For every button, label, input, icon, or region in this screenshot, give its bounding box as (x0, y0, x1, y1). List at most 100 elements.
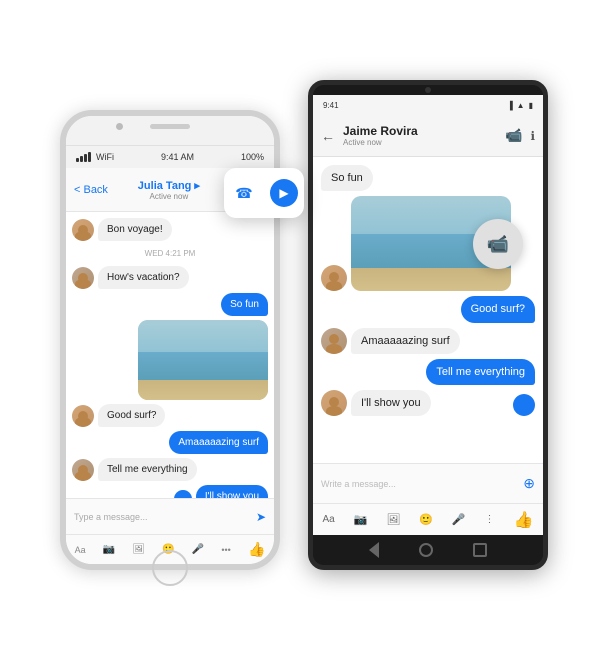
android-signal-icon: ▐ (507, 101, 513, 110)
iphone-status-bar: WiFi 9:41 AM 100% (66, 146, 274, 168)
android-self-avatar (513, 394, 535, 416)
android-toolbar: Aa 📷 🖼 🙂 🎤 ⋮ 👍 (313, 503, 543, 535)
iphone-msg-3: So fun (72, 293, 268, 316)
android-back-arrow[interactable]: ← (321, 128, 335, 144)
iphone-beach-image (138, 320, 268, 400)
android-contact-name[interactable]: Jaime Rovira (343, 124, 418, 138)
iphone-send-icon[interactable]: ➤ (256, 510, 266, 524)
iphone-header-center: Julia Tang ▸ Active now (138, 179, 200, 201)
android-bubble-4: Tell me everything (426, 359, 535, 385)
iphone-avatar-self (174, 490, 192, 498)
android-bubble-1: So fun (321, 165, 373, 191)
iphone-bubble-5: Amaaaaazing surf (169, 431, 268, 454)
toolbar-photo[interactable]: 🖼 (132, 544, 145, 555)
iphone-bubble-7: I'll show you (196, 485, 268, 498)
android-back-btn[interactable] (369, 542, 379, 558)
android-chat-header: ← Jaime Rovira Active now 📹 ℹ (313, 115, 543, 157)
iphone-msg-5: Amaaaaazing surf (72, 431, 268, 454)
android-video-icon[interactable]: 📹 (505, 127, 522, 144)
android-msg-4: Tell me everything (321, 359, 535, 385)
android-header-actions: 📹 ℹ (505, 127, 535, 144)
wifi-label: WiFi (96, 152, 114, 162)
android-device: 9:41 ▐ ▲ ▮ ← Jaime Rovira Active now 📹 ℹ (308, 80, 548, 570)
beach-sea (138, 352, 268, 380)
iphone-msg-2: How's vacation? (72, 266, 268, 289)
toolbar-aa[interactable]: Aa (75, 545, 86, 555)
android-toolbar-aa[interactable]: Aa (322, 514, 334, 525)
iphone-avatar-1 (72, 219, 94, 241)
iphone-bubble-3: So fun (221, 293, 268, 316)
iphone-bubble-2: How's vacation? (98, 266, 189, 289)
android-input-placeholder: Write a message... (321, 479, 517, 489)
android-toolbar-photo[interactable]: 🖼 (386, 513, 400, 526)
beach-sand (138, 380, 268, 400)
signal-bar-1 (76, 158, 79, 162)
android-time: 9:41 (323, 101, 339, 110)
android-beach-sand (351, 268, 511, 292)
iphone-speaker (150, 124, 190, 129)
android-info-icon[interactable]: ℹ (530, 129, 535, 143)
toolbar-mic[interactable]: 🎤 (192, 544, 204, 555)
android-avatar-2 (321, 328, 347, 354)
android-home-btn[interactable] (419, 543, 433, 557)
android-battery-icon: ▮ (529, 101, 533, 110)
android-avatar-3 (321, 390, 347, 416)
iphone-msg-4: Good surf? (72, 404, 268, 427)
iphone-input-placeholder: Type a message... (74, 512, 250, 522)
android-send-icon[interactable]: ⊕ (523, 475, 535, 492)
scene: WiFi 9:41 AM 100% < Back Julia Tang ▸ Ac… (40, 60, 568, 590)
iphone-date-divider: WED 4:21 PM (72, 249, 268, 258)
android-like-btn[interactable]: 👍 (514, 510, 534, 530)
android-toolbar-emoji[interactable]: 🙂 (419, 513, 433, 526)
android-bubble-5: I'll show you (351, 390, 431, 416)
android-recents-btn[interactable] (473, 543, 487, 557)
android-popup-video-icon: 📹 (487, 234, 509, 255)
android-front-camera (425, 87, 431, 93)
android-toolbar-more[interactable]: ⋮ (485, 514, 495, 525)
android-msg-1: So fun (321, 165, 535, 191)
iphone-notch (66, 116, 274, 146)
toolbar-more[interactable]: ••• (221, 545, 230, 555)
iphone-avatar-2 (72, 267, 94, 289)
android-bubble-3: Amaaaaazing surf (351, 328, 460, 354)
android-msg-3: Amaaaaazing surf (321, 328, 535, 354)
iphone-home-button[interactable] (152, 550, 188, 586)
iphone-popup-phone-icon[interactable]: ☎ (230, 179, 258, 207)
toolbar-camera[interactable]: 📷 (103, 544, 115, 555)
iphone-active-status: Active now (150, 192, 189, 201)
signal-bars (76, 152, 91, 162)
iphone-time: 9:41 AM (161, 152, 194, 162)
android-msg-5: I'll show you (321, 390, 535, 416)
iphone-device: WiFi 9:41 AM 100% < Back Julia Tang ▸ Ac… (60, 110, 280, 570)
android-video-popup: 📹 (473, 219, 523, 269)
iphone-popup-video-btn[interactable]: ▶ (270, 179, 298, 207)
android-status-bar: 9:41 ▐ ▲ ▮ (313, 95, 543, 115)
signal-bar-3 (84, 154, 87, 162)
iphone-chat-body: Bon voyage! WED 4:21 PM How's vacation? … (66, 212, 274, 498)
android-active-status: Active now (343, 138, 418, 147)
back-label: < Back (74, 184, 108, 196)
signal-bar-4 (88, 152, 91, 162)
phone-call-icon: ☎ (235, 185, 252, 202)
iphone-contact-name[interactable]: Julia Tang ▸ (138, 179, 200, 192)
android-screen: 9:41 ▐ ▲ ▮ ← Jaime Rovira Active now 📹 ℹ (313, 95, 543, 535)
android-toolbar-camera[interactable]: 📷 (354, 513, 368, 526)
toolbar-like[interactable]: 👍 (248, 541, 265, 558)
iphone-back-button[interactable]: < Back (74, 184, 108, 196)
iphone-bubble-1: Bon voyage! (98, 218, 172, 241)
iphone-avatar-3 (72, 405, 94, 427)
iphone-status-left: WiFi (76, 152, 114, 162)
iphone-msg-7: I'll show you (72, 485, 268, 498)
android-input-bar[interactable]: Write a message... ⊕ (313, 463, 543, 503)
android-msg-2: Good surf? (321, 296, 535, 322)
android-status-icons: ▐ ▲ ▮ (507, 101, 533, 110)
signal-bar-2 (80, 156, 83, 162)
android-chat-body: So fun Good surf? (313, 157, 543, 463)
iphone-video-popup: ☎ ▶ (224, 168, 304, 218)
iphone-input-bar[interactable]: Type a message... ➤ (66, 498, 274, 534)
android-nav-bar (313, 535, 543, 565)
iphone-battery: 100% (241, 152, 264, 162)
iphone-front-camera (116, 123, 123, 130)
iphone-avatar-4 (72, 459, 94, 481)
android-toolbar-mic[interactable]: 🎤 (452, 513, 466, 526)
